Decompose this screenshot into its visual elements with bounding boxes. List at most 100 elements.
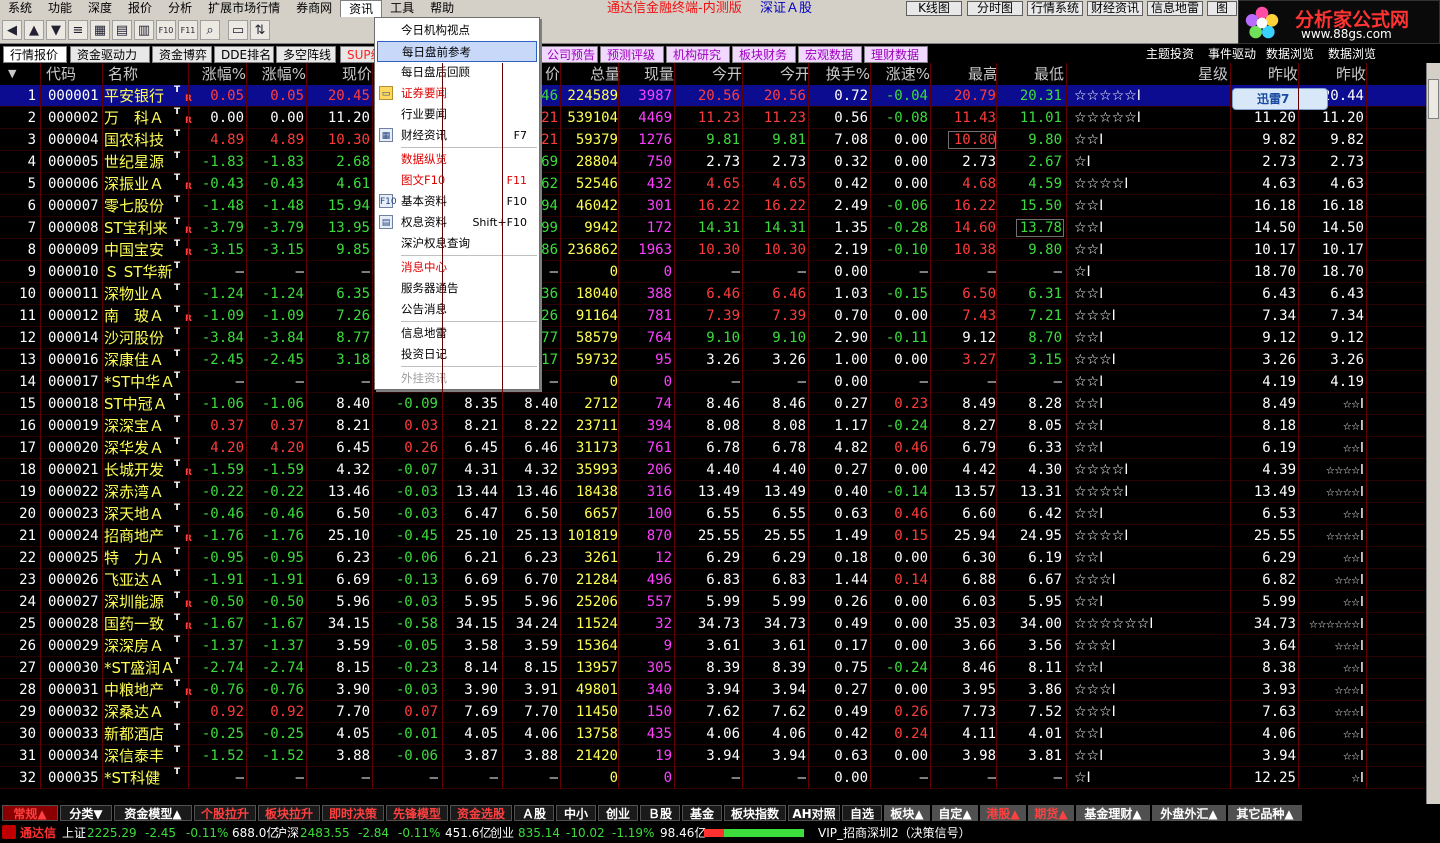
- menu-0[interactable]: 系统: [0, 0, 40, 17]
- table-row[interactable]: 20 000023 深天地Ａ -0.46 -0.46 6.50 -0.03 6.47 6.50 6…: [0, 503, 1426, 525]
- dropdown-item-13[interactable]: 公告消息: [401, 299, 447, 320]
- timeshare-button[interactable]: 分时图: [967, 1, 1023, 16]
- header-col-14[interactable]: 星级: [1068, 63, 1228, 85]
- header-col-11[interactable]: 涨速%: [872, 63, 930, 85]
- table-row[interactable]: 11 000012 南 玻Ａ -1.09 -1.09 7.26 7.26 91164 781 7.…: [0, 305, 1426, 327]
- dropdown-item-5[interactable]: 财经资讯: [401, 125, 447, 146]
- header-col-13[interactable]: 最低: [998, 63, 1064, 85]
- bottom-tab-22[interactable]: 其它品种▲: [1228, 805, 1302, 821]
- vip-server[interactable]: VIP_招商深圳2（决策信号）: [818, 823, 971, 843]
- bottom-tab-0[interactable]: 常规▲: [2, 805, 58, 821]
- table-row[interactable]: 27 000030 *ST盛润Ａ -2.74 -2.74 8.15 -0.23 8.14 8.1…: [0, 657, 1426, 679]
- bottom-tab-8[interactable]: Ａ股: [514, 805, 554, 821]
- table-row[interactable]: 1 000001 平安银行 0.05 0.05 20.45 0.46 224589 3987 20…: [0, 85, 1426, 107]
- bottom-tab-7[interactable]: 资金选股: [450, 805, 512, 821]
- dropdown-item-1[interactable]: 每日盘前参考: [377, 41, 537, 62]
- search-icon[interactable]: ⌕: [200, 20, 220, 40]
- header-col-12[interactable]: 最高: [932, 63, 998, 85]
- header-col-6[interactable]: 总量: [562, 63, 620, 85]
- vertical-scrollbar[interactable]: [1426, 63, 1440, 804]
- back-icon[interactable]: ◀: [2, 20, 22, 40]
- f10-icon[interactable]: F10: [156, 20, 176, 40]
- table-row[interactable]: 19 000022 深赤湾Ａ -0.22 -0.22 13.46 -0.03 13.44 13.…: [0, 481, 1426, 503]
- bottom-tab-9[interactable]: 中小: [556, 805, 596, 821]
- table-row[interactable]: 31 000034 深信泰丰 -1.52 -1.52 3.88 -0.06 3.87 3.88 2…: [0, 745, 1426, 767]
- scroll-thumb[interactable]: [1428, 79, 1439, 119]
- sort-icon[interactable]: ⇅: [250, 20, 270, 40]
- tab-left-2[interactable]: 资金博弈: [152, 46, 212, 63]
- header-col-3[interactable]: 涨幅%: [248, 63, 306, 85]
- kline-button[interactable]: K线图: [906, 1, 962, 16]
- tab-left-4[interactable]: 多空阵线: [276, 46, 336, 63]
- bottom-tab-14[interactable]: AH对照: [788, 805, 840, 821]
- table-row[interactable]: 5 000006 深振业Ａ -0.43 -0.43 4.61 4.62 52546 432 4.6…: [0, 173, 1426, 195]
- dropdown-item-6[interactable]: 数据纵览: [401, 149, 447, 170]
- grid-icon[interactable]: ▤: [112, 20, 132, 40]
- dropdown-item-16[interactable]: 外挂资讯: [401, 368, 447, 389]
- header-col-4[interactable]: 现价: [308, 63, 372, 85]
- bottom-tab-17[interactable]: 自定▲: [932, 805, 978, 821]
- bottom-tab-16[interactable]: 板块▲: [884, 805, 930, 821]
- header-col-7[interactable]: 现量: [620, 63, 674, 85]
- header-col-8[interactable]: 今开: [676, 63, 742, 85]
- dropdown-item-2[interactable]: 每日盘后回顾: [401, 62, 470, 83]
- tab-left-0[interactable]: 行情报价: [3, 46, 67, 63]
- menu-2[interactable]: 深度: [80, 0, 120, 17]
- table-row[interactable]: 2000002万 科Ａ0.000.0011.2011.2153910444691…: [0, 107, 1426, 129]
- info-mine-button[interactable]: 信息地雷: [1147, 1, 1203, 16]
- dropdown-item-14[interactable]: 信息地雷: [401, 323, 447, 344]
- header-col-10[interactable]: 换手%: [810, 63, 870, 85]
- dropdown-item-0[interactable]: 今日机构视点: [401, 20, 470, 41]
- header-col-1[interactable]: 名称: [104, 63, 178, 85]
- tab-mid-5[interactable]: 理财数据: [864, 46, 928, 63]
- table-row[interactable]: 14 000017 *ST中华Ａ — — — —0 0— —0.00— — — ☆☆Ⅰ 4.19 4.19…: [0, 371, 1426, 393]
- more-button[interactable]: 图: [1207, 1, 1237, 16]
- menu-7[interactable]: 资讯: [340, 0, 383, 17]
- table-row[interactable]: 16 000019 深深宝Ａ 0.37 0.37 8.21 0.03 8.21 8.22 2371…: [0, 415, 1426, 437]
- table-row[interactable]: 30 000033 新都酒店 -0.25 -0.25 4.05 -0.01 4.05 4.06 1…: [0, 723, 1426, 745]
- table-row[interactable]: 24 000027 深圳能源 -0.50 -0.50 5.96 -0.03 5.95 5.96 2…: [0, 591, 1426, 613]
- thunder-badge[interactable]: 迅雷7: [1232, 88, 1328, 110]
- bottom-tab-2[interactable]: 资金模型▲: [114, 805, 192, 821]
- header-col-2[interactable]: 涨幅%: [190, 63, 246, 85]
- table-row[interactable]: 32 000035 *ST科健 — — — — — — 0 0 — — 0.00 — — — ☆Ⅰ 12.25 ☆Ⅰ T: [0, 767, 1426, 789]
- quote-system-button[interactable]: 行情系统: [1027, 1, 1083, 16]
- table-row[interactable]: 4 000005 世纪星源 -1.83 -1.83 2.68 2.69 28804 750 2.7…: [0, 151, 1426, 173]
- table-row[interactable]: 29 000032 深桑达Ａ 0.92 0.92 7.70 0.07 7.69 7.70 1145…: [0, 701, 1426, 723]
- tab-mid-4[interactable]: 宏观数据: [798, 46, 862, 63]
- table-row[interactable]: 26 000029 深深房Ａ -1.37 -1.37 3.59 -0.05 3.58 3.59 1…: [0, 635, 1426, 657]
- bottom-tab-12[interactable]: 基金: [682, 805, 722, 821]
- finance-news-button[interactable]: 财经资讯: [1087, 1, 1143, 16]
- tab-right-1[interactable]: 事件驱动: [1202, 46, 1258, 63]
- dropdown-item-12[interactable]: 服务器通告: [401, 278, 459, 299]
- bottom-tab-3[interactable]: 个股拉升: [194, 805, 256, 821]
- table-row[interactable]: 9 000010 Ｓ ST华新 — — — —0 0— —0.00— — — ☆Ⅰ 18.70 18.70…: [0, 261, 1426, 283]
- tab-mid-3[interactable]: 板块财务: [732, 46, 796, 63]
- dropdown-item-11[interactable]: 消息中心: [401, 257, 447, 278]
- down-icon[interactable]: ▼: [46, 20, 66, 40]
- bottom-tab-10[interactable]: 创业: [598, 805, 638, 821]
- dropdown-item-4[interactable]: 行业要闻: [401, 104, 447, 125]
- tab-left-1[interactable]: 资金驱动力: [70, 46, 150, 63]
- list-icon[interactable]: ≡: [68, 20, 88, 40]
- dropdown-item-9[interactable]: 权息资料: [401, 212, 447, 233]
- bottom-tab-18[interactable]: 港股▲: [980, 805, 1026, 821]
- table-row[interactable]: 22 000025 特 力Ａ -0.95 -0.95 6.23 -0.06 6.21 6.23 3…: [0, 547, 1426, 569]
- menu-4[interactable]: 分析: [160, 0, 200, 17]
- table-row[interactable]: 13 000016 深康佳Ａ -2.45 -2.45 3.18 3.17 59732 95 3.2…: [0, 349, 1426, 371]
- table-row[interactable]: 8 000009 中国宝安 -3.15 -3.15 9.85 9.86 236862 1963 1…: [0, 239, 1426, 261]
- header-col-16[interactable]: 昨收: [1300, 63, 1366, 85]
- bottom-tab-20[interactable]: 基金理财▲: [1076, 805, 1150, 821]
- table-row[interactable]: 17 000020 深华发Ａ 4.20 4.20 6.45 0.26 6.45 6.46 3117…: [0, 437, 1426, 459]
- table-row[interactable]: 12 000014 沙河股份 -3.84 -3.84 8.77 8.77 58579 764 9.…: [0, 327, 1426, 349]
- up-icon[interactable]: ▲: [24, 20, 44, 40]
- tab-left-3[interactable]: DDE排名: [214, 46, 274, 63]
- table-row[interactable]: 15 000018 ST中冠Ａ -1.06 -1.06 8.40 -0.09 8.35 8.40…: [0, 393, 1426, 415]
- tab-left-5[interactable]: SUP级: [340, 46, 383, 63]
- bottom-tab-21[interactable]: 外盘外汇▲: [1152, 805, 1226, 821]
- table-row[interactable]: 6000007零七股份-1.48-1.4815.9415.94460423011…: [0, 195, 1426, 217]
- tab-mid-2[interactable]: 机构研究: [666, 46, 730, 63]
- header-index[interactable]: ▼: [8, 63, 38, 85]
- bottom-tab-5[interactable]: 即时决策: [322, 805, 384, 821]
- folder-icon[interactable]: ▭: [228, 20, 248, 40]
